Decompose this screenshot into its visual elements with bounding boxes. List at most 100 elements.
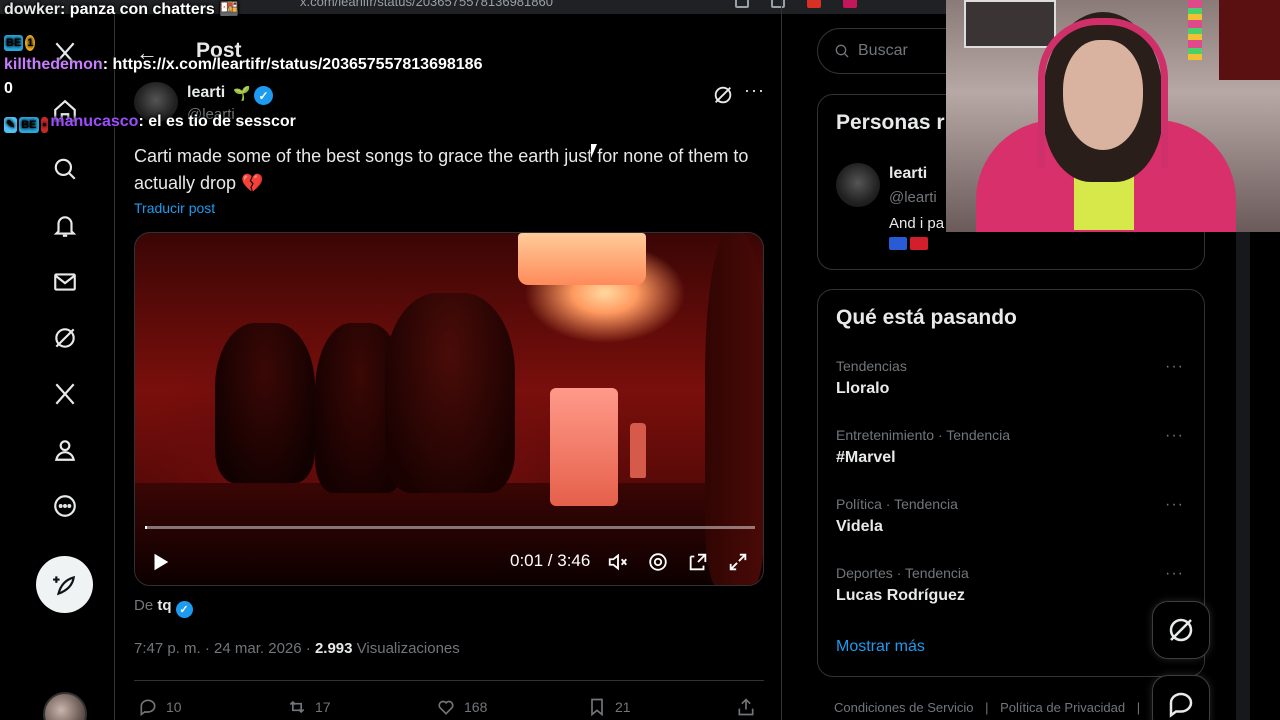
- trend-more-icon[interactable]: ···: [1165, 565, 1184, 583]
- video-progress-fill: [145, 526, 148, 529]
- author-name[interactable]: learti: [187, 84, 225, 102]
- chat-username: manucasco: [50, 113, 139, 130]
- trend-category: Política · Tendencia: [836, 496, 958, 512]
- search-icon: [835, 44, 849, 58]
- post-more-icon[interactable]: ···: [744, 80, 765, 101]
- trends-card: Qué está pasando Tendencias Lloralo ··· …: [817, 289, 1205, 677]
- repost-count: 17: [315, 699, 331, 715]
- grok-explain-icon[interactable]: [712, 84, 734, 106]
- chat-text: panza con chatters 🍱: [69, 1, 240, 18]
- bookmark-count: 21: [615, 699, 631, 715]
- chat-badge-icon: BE: [4, 35, 24, 51]
- bio-flags: [889, 237, 928, 250]
- trend-category: Entretenimiento · Tendencia: [836, 427, 1011, 443]
- reply-button[interactable]: 10: [138, 697, 182, 717]
- chat-message: ✎ BE ▪ manucasco: el es tio de sesscor: [4, 113, 296, 133]
- mute-icon[interactable]: [607, 551, 629, 573]
- reply-bubble-icon: [140, 699, 156, 717]
- verified-badge-icon: ✓: [175, 601, 193, 618]
- streamer-webcam: [946, 0, 1280, 232]
- post-actions: 10 17 168 21: [134, 697, 764, 720]
- trend-item[interactable]: Tendencias Lloralo ···: [836, 358, 1186, 398]
- repost-icon: [289, 700, 305, 714]
- profile-icon[interactable]: [50, 435, 80, 465]
- video-source: De tq ✓: [134, 597, 193, 618]
- post-timestamp[interactable]: 7:47 p. m. · 24 mar. 2026 ·: [134, 640, 311, 657]
- chat-badge-icon: BE: [19, 117, 39, 133]
- flag-icon: [910, 237, 928, 250]
- compose-post-button[interactable]: [36, 556, 93, 613]
- picture-in-picture-icon[interactable]: [687, 551, 709, 573]
- footer-separator: |: [985, 700, 989, 715]
- chat-badge-icon: 1: [25, 35, 36, 51]
- chat-badge-icon: ▪: [40, 117, 49, 133]
- trend-name: Lloralo: [836, 380, 890, 397]
- repost-button[interactable]: 17: [287, 697, 331, 717]
- like-count: 168: [464, 699, 488, 715]
- feather-plus-icon: [52, 575, 75, 595]
- card-title: Qué está pasando: [836, 306, 1017, 329]
- view-count-label: Visualizaciones: [356, 640, 460, 657]
- chat-badges: BE 1: [4, 31, 37, 51]
- person-avatar[interactable]: [836, 163, 880, 207]
- video-time: 0:01 / 3:46: [510, 551, 591, 570]
- bookmark-button[interactable]: 21: [587, 697, 631, 717]
- screen: x.com/learlifr/status/203657557813698186…: [0, 0, 1280, 720]
- chat-message: dowker: panza con chatters 🍱: [4, 1, 240, 18]
- source-name[interactable]: tq: [157, 597, 171, 614]
- video-progress-bar[interactable]: [145, 526, 755, 529]
- person-name[interactable]: learti: [889, 165, 927, 183]
- headset-icon: [1038, 18, 1168, 168]
- translate-post-link[interactable]: Traducir post: [134, 200, 215, 216]
- post-text: Carti made some of the best songs to gra…: [134, 146, 749, 193]
- trend-category: Deportes · Tendencia: [836, 565, 969, 581]
- trend-more-icon[interactable]: ···: [1165, 358, 1184, 376]
- messages-floating-button[interactable]: [1152, 675, 1210, 720]
- chat-message: killthedemon: https://x.com/leartifr/sta…: [4, 56, 483, 73]
- privacy-link[interactable]: Política de Privacidad: [1000, 700, 1125, 715]
- footer-separator: |: [1136, 700, 1141, 715]
- terms-link[interactable]: Condiciones de Servicio: [834, 700, 973, 715]
- chat-bubble-icon: [1169, 692, 1193, 718]
- video-frame-object: [630, 423, 646, 478]
- video-frame-person: [215, 323, 315, 483]
- grok-floating-button[interactable]: [1152, 601, 1210, 659]
- more-options-icon[interactable]: [50, 491, 80, 521]
- video-frame-person: [705, 233, 763, 585]
- trend-name: Videla: [836, 518, 883, 535]
- chat-text: https://x.com/leartifr/status/2036575578…: [112, 56, 483, 73]
- premium-x-icon[interactable]: [50, 379, 80, 409]
- chat-message: 0: [4, 80, 13, 98]
- trend-name: Lucas Rodríguez: [836, 587, 965, 604]
- footer-links: Condiciones de Servicio | Política de Pr…: [834, 700, 1140, 715]
- grok-icon[interactable]: [50, 323, 80, 353]
- play-icon[interactable]: [149, 551, 171, 573]
- person-handle[interactable]: @learti: [889, 189, 937, 206]
- share-button[interactable]: [736, 697, 756, 717]
- notifications-bell-icon[interactable]: [50, 211, 80, 241]
- trend-item[interactable]: Deportes · Tendencia Lucas Rodríguez ···: [836, 565, 1186, 605]
- video-player[interactable]: 0:01 / 3:46: [134, 232, 764, 586]
- video-frame-object: [550, 388, 618, 506]
- trend-item[interactable]: Entretenimiento · Tendencia #Marvel ···: [836, 427, 1186, 467]
- divider: [134, 680, 764, 681]
- trend-more-icon[interactable]: ···: [1165, 496, 1184, 514]
- scrollbar[interactable]: [1236, 230, 1250, 720]
- search-icon[interactable]: [50, 154, 80, 184]
- chat-text: el es tio de sesscor: [148, 113, 296, 130]
- verified-badge-icon: ✓: [254, 86, 273, 105]
- messages-envelope-icon[interactable]: [50, 267, 80, 297]
- like-button[interactable]: 168: [436, 697, 487, 717]
- wall-poster: [964, 0, 1056, 48]
- view-count: 2.993: [314, 640, 353, 657]
- trend-more-icon[interactable]: ···: [1165, 427, 1184, 445]
- search-placeholder: Buscar: [858, 42, 908, 59]
- settings-gear-icon[interactable]: [647, 551, 669, 573]
- trend-item[interactable]: Política · Tendencia Videla ···: [836, 496, 1186, 536]
- video-frame-person: [385, 293, 515, 493]
- reply-count: 10: [166, 699, 182, 715]
- account-avatar[interactable]: [43, 692, 87, 720]
- show-more-link[interactable]: Mostrar más: [836, 638, 925, 656]
- flag-icon: [889, 237, 907, 250]
- fullscreen-icon[interactable]: [727, 551, 749, 573]
